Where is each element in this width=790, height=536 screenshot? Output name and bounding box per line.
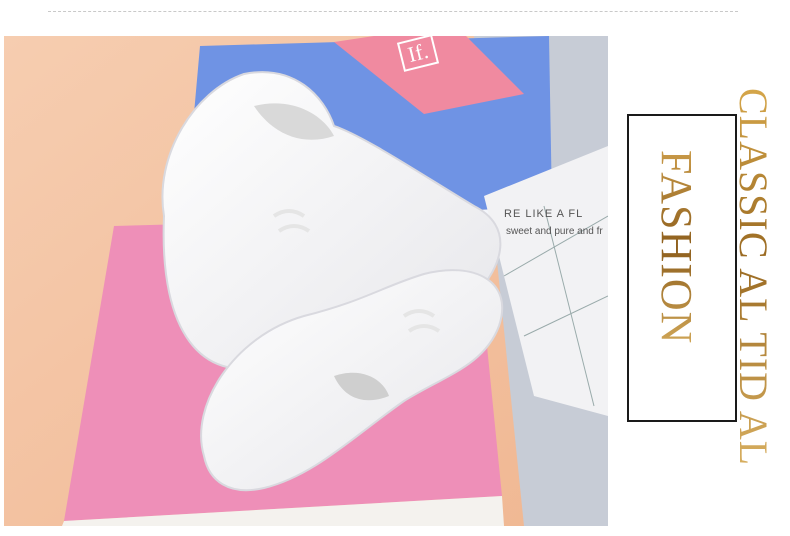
headline-fashion: FASHION — [652, 150, 701, 345]
sneaker-image — [4, 36, 608, 526]
top-dashed-rule — [48, 11, 738, 12]
paper-text-line-2: sweet and pure and fr — [506, 226, 603, 237]
product-photo: If. RE LIKE A FL sweet and pure and fr — [4, 36, 608, 526]
headline-classic: CLASSIC AL TID AL — [730, 84, 776, 470]
paper-text-line-1: RE LIKE A FL — [504, 208, 584, 220]
